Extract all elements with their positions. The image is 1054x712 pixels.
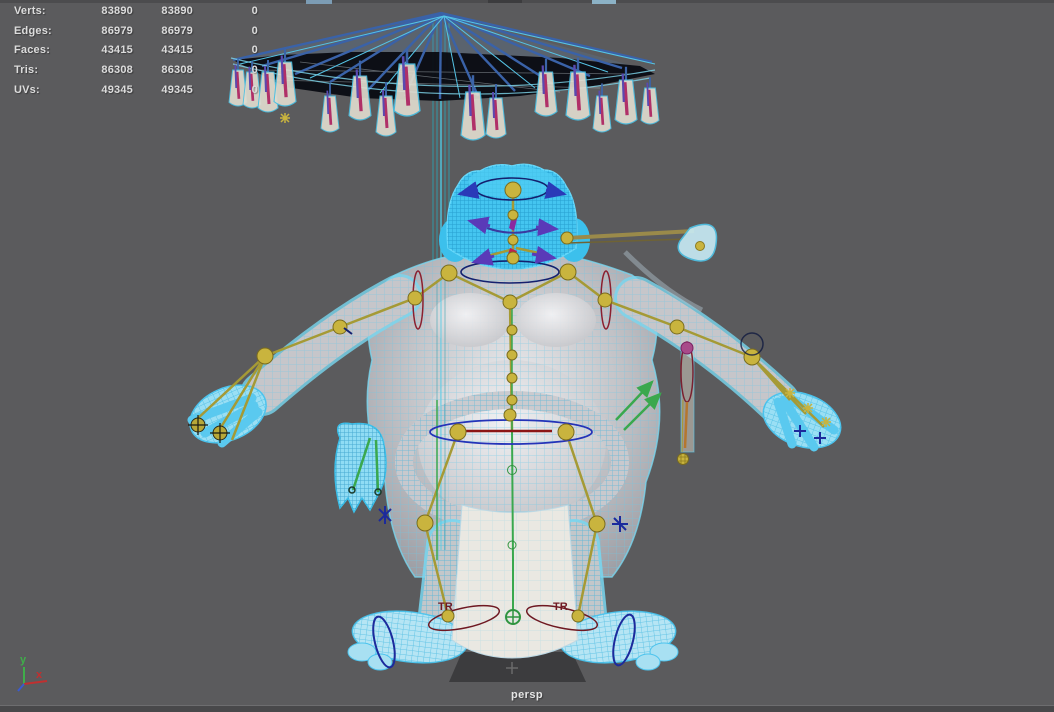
- hud-value: 86979: [101, 25, 133, 37]
- hud-label: UVs:: [14, 84, 40, 96]
- hud-value: 0: [251, 84, 258, 96]
- hud-value: 0: [251, 25, 258, 37]
- left-foot-control-label[interactable]: TR: [438, 601, 453, 613]
- maya-perspective-viewport[interactable]: Verts: 83890 83890 0 Edges: 86979 86979 …: [0, 0, 1054, 712]
- hud-value: 43415: [101, 44, 133, 56]
- hud-label: Verts:: [14, 5, 46, 17]
- hud-row-faces: Faces: 43415 43415 0: [0, 44, 300, 58]
- tassel-star-marker: [280, 113, 290, 123]
- hud-value: 0: [251, 44, 258, 56]
- hud-value: 0: [251, 5, 258, 17]
- hud-value: 49345: [101, 84, 133, 96]
- hud-label: Faces:: [14, 44, 51, 56]
- hud-label: Edges:: [14, 25, 52, 37]
- camera-name-label: persp: [511, 689, 543, 701]
- character-body[interactable]: [181, 249, 849, 671]
- hud-row-verts: Verts: 83890 83890 0: [0, 5, 300, 19]
- right-arm: [614, 276, 842, 452]
- hud-value: 43415: [161, 44, 193, 56]
- top-edge-stub: [306, 0, 332, 4]
- poly-count-hud: Verts: 83890 83890 0 Edges: 86979 86979 …: [0, 0, 300, 105]
- scene-canvas[interactable]: [0, 0, 1054, 712]
- viewport-bottom-border: [0, 705, 1054, 712]
- top-edge-stub: [592, 0, 616, 4]
- hud-value: 49345: [161, 84, 193, 96]
- hud-value: 83890: [161, 5, 193, 17]
- hud-label: Tris:: [14, 64, 39, 76]
- view-axis-gizmo: y x: [17, 654, 48, 692]
- hip-pouch[interactable]: [334, 422, 392, 524]
- hud-value: 83890: [101, 5, 133, 17]
- hud-row-edges: Edges: 86979 86979 0: [0, 25, 300, 39]
- right-foot-control-label[interactable]: TR: [553, 601, 568, 613]
- x-axis-label: x: [36, 669, 43, 681]
- hud-value: 0: [251, 64, 258, 76]
- hud-value: 86308: [161, 64, 193, 76]
- hud-row-uvs: UVs: 49345 49345 0: [0, 84, 300, 98]
- elbow-tassel: [677, 341, 695, 465]
- x-axis-line: [23, 680, 48, 685]
- hud-value: 86979: [161, 25, 193, 37]
- hud-row-tris: Tris: 86308 86308 0: [0, 64, 300, 78]
- hud-value: 86308: [101, 64, 133, 76]
- y-axis-label: y: [20, 654, 27, 666]
- top-edge-stub: [488, 0, 522, 3]
- z-axis-line: [17, 683, 25, 692]
